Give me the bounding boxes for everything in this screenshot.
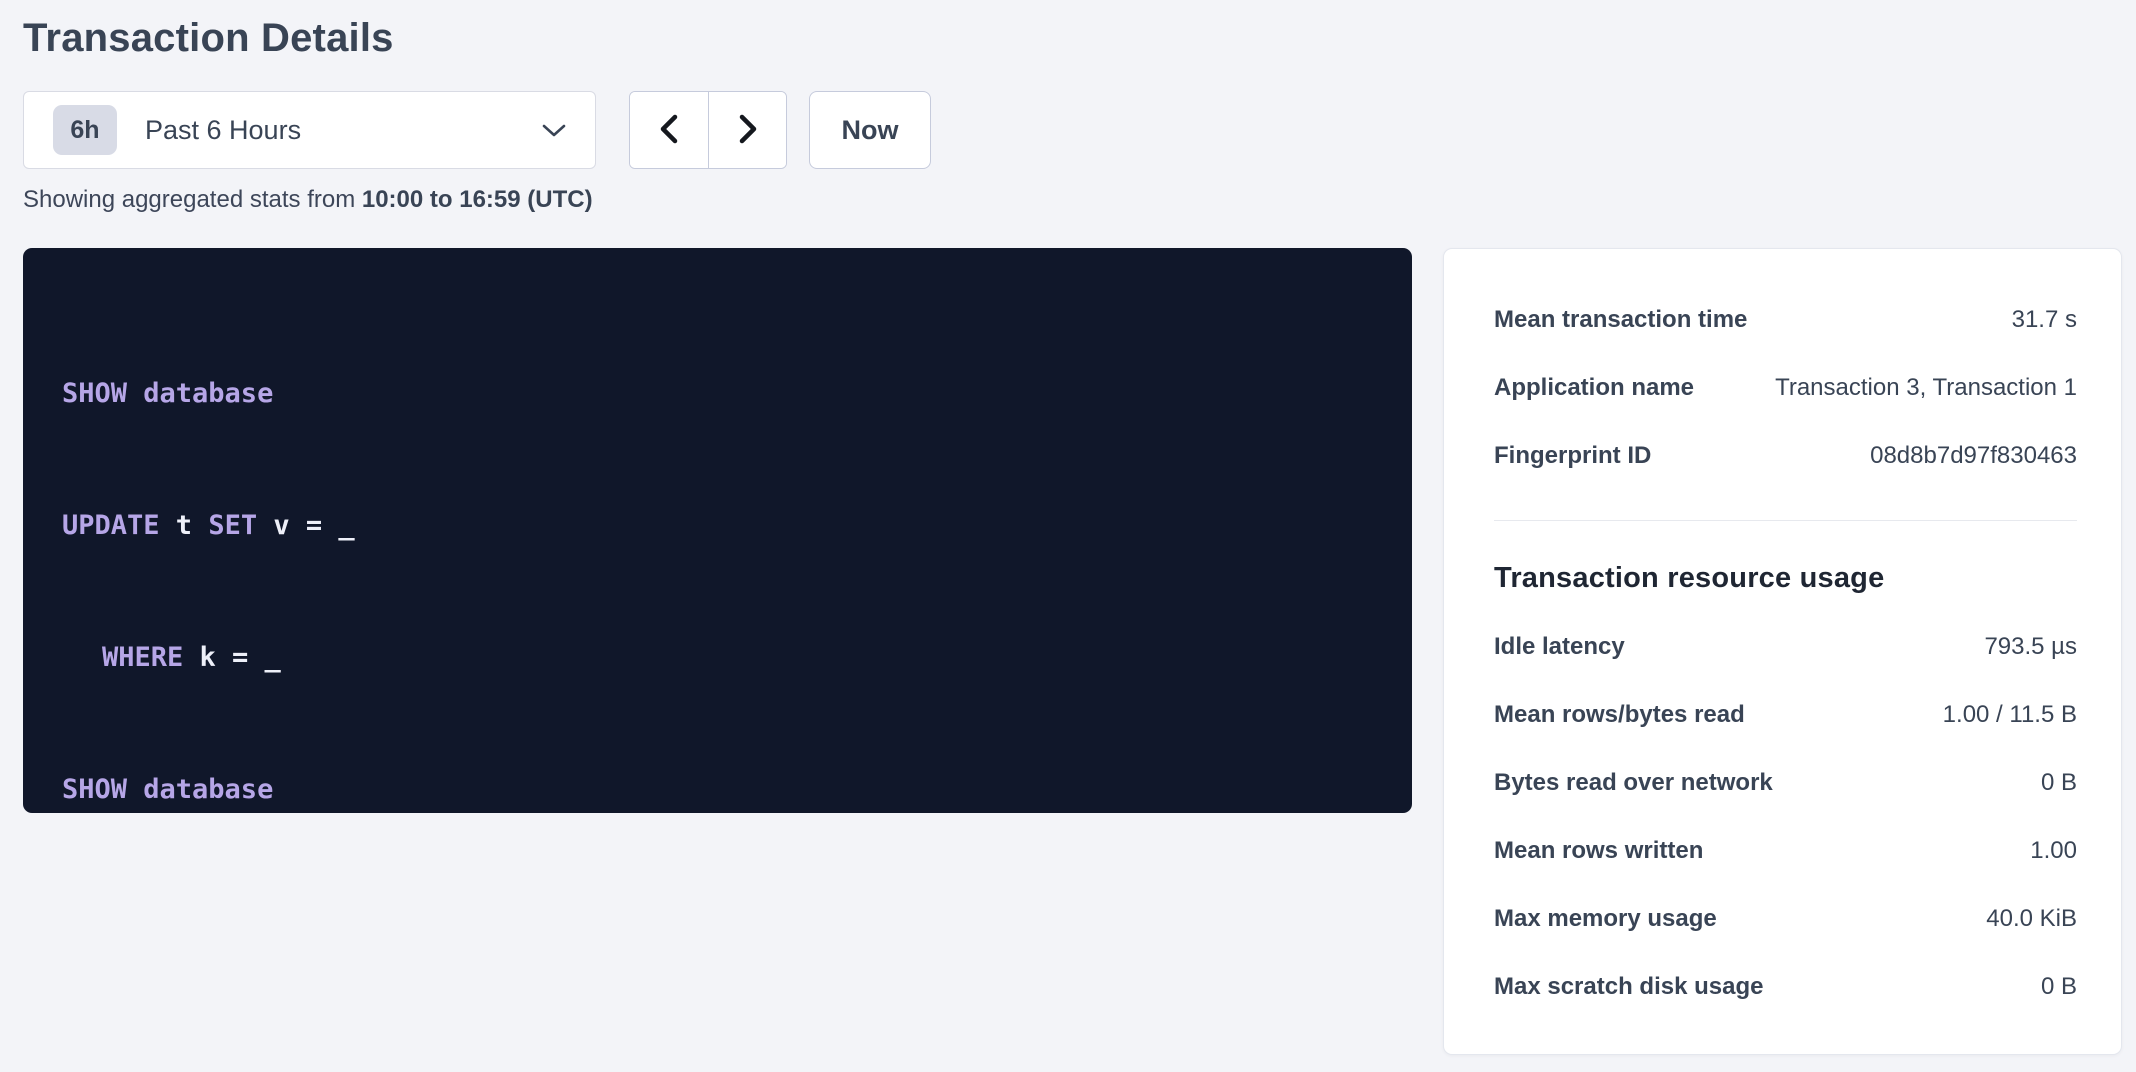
sql-statement-box: SHOW database UPDATE t SET v = _ WHERE k… — [23, 248, 1412, 813]
summary-row-label: Max memory usage — [1494, 905, 1717, 933]
summary-row-value: 0 B — [2041, 769, 2077, 797]
sql-line: UPDATE t SET v = _ — [62, 504, 1382, 548]
summary-row: Mean rows written 1.00 — [1494, 817, 2077, 885]
sql-token: WHERE — [102, 642, 183, 673]
summary-row-label: Fingerprint ID — [1494, 442, 1651, 470]
summary-row-label: Bytes read over network — [1494, 769, 1773, 797]
sql-token: SHOW database — [62, 378, 273, 409]
sql-line: WHERE k = _ — [62, 636, 1382, 680]
summary-row: Max memory usage 40.0 KiB — [1494, 885, 2077, 953]
chevron-down-icon — [541, 122, 567, 138]
summary-row: Mean rows/bytes read 1.00 / 11.5 B — [1494, 681, 2077, 749]
chevron-left-icon — [656, 112, 682, 149]
card-divider — [1494, 520, 2077, 521]
summary-row-value: 1.00 / 11.5 B — [1943, 701, 2077, 729]
summary-row-value: 793.5 µs — [1984, 633, 2077, 661]
summary-row-value: 40.0 KiB — [1986, 905, 2077, 933]
time-controls: 6h Past 6 Hours Now — [23, 91, 2136, 169]
sql-token: SET — [208, 510, 257, 541]
sql-token: v = _ — [257, 510, 355, 541]
transaction-details-page: Transaction Details 6h Past 6 Hours Now … — [0, 0, 2136, 1072]
sql-token: SHOW database — [62, 774, 273, 805]
summary-row: Fingerprint ID 08d8b7d97f830463 — [1494, 422, 2077, 490]
summary-row-label: Max scratch disk usage — [1494, 973, 1763, 1001]
summary-row-label: Mean rows written — [1494, 837, 1703, 865]
summary-row: Idle latency 793.5 µs — [1494, 613, 2077, 681]
sql-line: SHOW database — [62, 768, 1382, 812]
summary-row-label: Application name — [1494, 374, 1694, 402]
resource-usage-heading: Transaction resource usage — [1494, 559, 2077, 597]
summary-row-value: 0 B — [2041, 973, 2077, 1001]
summary-row: Bytes read over network 0 B — [1494, 749, 2077, 817]
summary-row-value: 08d8b7d97f830463 — [1870, 442, 2077, 470]
now-button[interactable]: Now — [809, 91, 931, 169]
summary-row-value: 1.00 — [2030, 837, 2077, 865]
summary-row: Mean transaction time 31.7 s — [1494, 286, 2077, 354]
sql-token: UPDATE — [62, 510, 160, 541]
prev-range-button[interactable] — [630, 92, 708, 168]
aggregated-stats-caption: Showing aggregated stats from 10:00 to 1… — [23, 185, 2136, 215]
next-range-button[interactable] — [708, 92, 786, 168]
sql-line: SHOW database — [62, 372, 1382, 416]
chevron-right-icon — [735, 112, 761, 149]
summary-row-label: Mean rows/bytes read — [1494, 701, 1745, 729]
caption-prefix: Showing aggregated stats from — [23, 186, 362, 213]
main-content: SHOW database UPDATE t SET v = _ WHERE k… — [23, 248, 2136, 1055]
time-range-selected-label: Past 6 Hours — [145, 115, 301, 146]
time-range-dropdown[interactable]: 6h Past 6 Hours — [23, 91, 596, 169]
summary-row: Application name Transaction 3, Transact… — [1494, 354, 2077, 422]
summary-row: Max scratch disk usage 0 B — [1494, 953, 2077, 1021]
summary-row-value: 31.7 s — [2012, 306, 2077, 334]
caption-time-range: 10:00 to 16:59 (UTC) — [362, 186, 593, 213]
summary-row-label: Idle latency — [1494, 633, 1625, 661]
time-range-badge: 6h — [53, 105, 117, 155]
summary-card: Mean transaction time 31.7 s Application… — [1443, 248, 2122, 1055]
time-range-arrows — [629, 91, 787, 169]
summary-row-label: Mean transaction time — [1494, 306, 1747, 334]
page-title: Transaction Details — [23, 14, 2136, 62]
sql-token: t — [160, 510, 209, 541]
summary-row-value: Transaction 3, Transaction 1 — [1775, 374, 2077, 402]
sql-token: k = _ — [183, 642, 281, 673]
